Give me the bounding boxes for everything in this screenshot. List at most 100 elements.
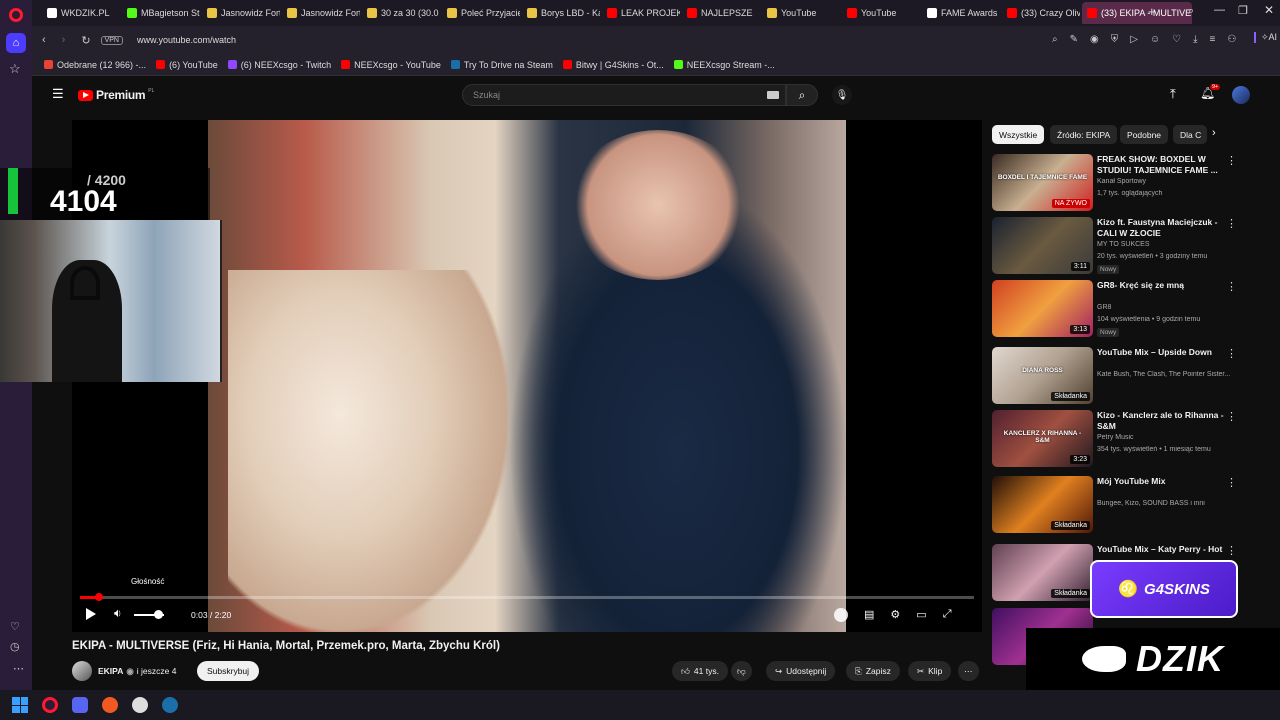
more-options-icon[interactable]: ⋮ [1226,544,1237,557]
autoplay-toggle-icon[interactable] [834,608,848,622]
more-options-icon[interactable]: ⋮ [1226,476,1237,489]
bookmark-2[interactable]: (6) NEEXcsgo - Twitch [227,60,331,70]
tab-1[interactable]: MBagietson St [122,2,200,24]
bookmark-0[interactable]: Odebrane (12 966) -... [44,60,146,70]
volume-knob[interactable] [154,610,163,619]
search-tabs-icon[interactable]: ⌕ [1188,5,1194,18]
settings-app-icon[interactable] [132,697,148,713]
tab-11[interactable]: FAME Awards [922,2,1000,24]
video-title[interactable]: Kizo - Kanclerz ale to Rihanna - S&M [1097,410,1225,432]
shield-icon[interactable]: ⛨ [1111,34,1119,45]
heart-icon[interactable]: ♡ [10,620,20,633]
bookmark-1[interactable]: (6) YouTube [156,60,218,70]
like-button[interactable]: 👍︎ 41 tys. [672,661,728,681]
video-title[interactable]: GR8- Kręć się ze mną [1097,280,1225,291]
hamburger-menu-icon[interactable]: ☰ [52,86,64,102]
video-frame[interactable] [208,120,846,632]
tab-3[interactable]: Jasnowidz Fort [282,2,360,24]
avatar[interactable] [1232,86,1250,104]
steam-icon[interactable] [162,697,178,713]
minimize-button[interactable]: — [1214,4,1225,16]
tab-12[interactable]: (33) Crazy Oliv [1002,2,1080,24]
tab-2[interactable]: Jasnowidz Fort [202,2,280,24]
close-window-button[interactable]: ✕ [1264,3,1274,17]
recommendation-item[interactable]: 3:11 Kizo ft. Faustyna Maciejczuk - CALI … [992,217,1242,279]
dislike-button[interactable]: 👎︎ [731,661,752,681]
progress-scrubber[interactable] [94,593,103,601]
video-thumbnail[interactable]: 3:11 [992,217,1093,274]
new-tab-button[interactable]: + [1148,4,1156,19]
profile-icon[interactable]: ⚇ [1227,34,1236,45]
recommendation-item[interactable]: Składanka Mój YouTube Mix Bungee, Kizo, SO… [992,476,1242,538]
clip-button[interactable]: ✂ Klip [908,661,952,681]
discord-icon[interactable] [72,697,88,713]
search-input[interactable]: Szukaj [473,90,500,100]
miniplayer-icon[interactable]: ▭ [916,608,926,622]
tab-7[interactable]: LEAK PROJEKT [602,2,680,24]
tab-9[interactable]: YouTube [762,2,840,24]
video-title[interactable]: Mój YouTube Mix [1097,476,1225,487]
bookmark-6[interactable]: NEEXcsgo Stream -... [673,60,775,70]
recommendation-item[interactable]: KANCLERZ X RIHANNA - S&M 3:23 Kizo - Kancl… [992,410,1242,472]
tab-6[interactable]: Borys LBD - Ka [522,2,600,24]
video-title[interactable]: YouTube Mix – Katy Perry - Hot [1097,544,1225,555]
microphone-icon[interactable]: 🎙 [832,85,852,105]
video-thumbnail[interactable]: Składanka [992,476,1093,533]
play-icon[interactable]: ▷ [1130,34,1138,45]
vpn-badge[interactable]: VPN [100,35,123,45]
video-title[interactable]: YouTube Mix – Upside Down [1097,347,1225,358]
recommendation-item[interactable]: 3:13 GR8- Kręć się ze mną GR8 104 wyświetle… [992,280,1242,342]
tab-10[interactable]: YouTube [842,2,920,24]
maximize-button[interactable]: ❐ [1238,4,1248,17]
youtube-logo[interactable]: Premium PL [78,88,154,102]
share-button[interactable]: ↪ Udostępnij [766,661,836,681]
progress-bar[interactable] [80,596,974,599]
volume-icon[interactable]: 🔉︎ [114,606,122,621]
recommendation-item[interactable]: BOXDEL I TAJEMNICE FAME NA ŻYWO FREAK SHOW… [992,154,1242,216]
play-button[interactable] [86,608,96,620]
forward-icon[interactable]: › [62,34,66,46]
bookmark-4[interactable]: Try To Drive na Steam [450,60,553,70]
keyboard-icon[interactable] [767,91,779,99]
heart-icon[interactable]: ♡ [1172,34,1181,45]
bookmark-5[interactable]: Bitwy | G4Skins - Ot... [562,60,664,70]
recommendation-item[interactable]: DIANA ROSS Składanka YouTube Mix – Upside … [992,347,1242,409]
video-thumbnail[interactable]: 3:13 [992,280,1093,337]
more-icon[interactable]: ⋯ [13,662,24,675]
download-icon[interactable]: ⤓ [1193,34,1197,45]
upload-icon[interactable]: ⤒ [1170,86,1176,102]
opera-icon[interactable] [9,8,23,22]
more-options-icon[interactable]: ⋮ [1226,280,1237,293]
video-thumbnail[interactable]: KANCLERZ X RIHANNA - S&M 3:23 [992,410,1093,467]
fullscreen-icon[interactable]: ⤢ [943,608,952,622]
history-icon[interactable]: ◷ [10,640,20,653]
subtitles-icon[interactable]: ▤ [864,608,874,622]
channel-avatar[interactable] [72,661,92,681]
tab-0[interactable]: WKDZIK.PL [42,2,120,24]
tab-4[interactable]: 30 za 30 (30.0 [362,2,440,24]
search-icon[interactable]: ⌕ [1052,34,1058,45]
tab-5[interactable]: Poleć Przyjaciel [442,2,520,24]
star-icon[interactable]: ☆ [9,61,21,77]
channel-name[interactable]: EKIPA ◉ i jeszcze 4 [98,666,176,677]
more-options-icon[interactable]: ⋮ [1226,410,1237,423]
origin-icon[interactable] [102,697,118,713]
more-options-icon[interactable]: ⋮ [1226,154,1237,167]
video-title[interactable]: FREAK SHOW: BOXDEL W STUDIU! TAJEMNICE F… [1097,154,1225,176]
windows-start-icon[interactable] [12,697,28,713]
tab-13[interactable]: (33) EKIPA - MULTIVERSE [1082,2,1192,24]
bookmark-3[interactable]: NEEXcsgo - YouTube [341,60,441,70]
edit-icon[interactable]: ✎ [1070,34,1078,45]
search-button[interactable]: ⌕ [786,84,818,106]
save-button[interactable]: ⎘ Zapisz [846,661,900,681]
camera-icon[interactable]: ◉ [1090,34,1099,45]
home-icon[interactable]: ⌂ [6,33,26,53]
ai-button[interactable]: ✧AI [1254,32,1277,43]
reload-icon[interactable]: ↻ [81,34,90,47]
video-thumbnail[interactable]: Składanka [992,544,1093,601]
video-thumbnail[interactable]: BOXDEL I TAJEMNICE FAME NA ŻYWO [992,154,1093,211]
url-field[interactable]: www.youtube.com/watch [137,35,236,45]
video-thumbnail[interactable]: DIANA ROSS Składanka [992,347,1093,404]
more-options-icon[interactable]: ⋮ [1226,347,1237,360]
settings-icon[interactable]: ⚙ [890,608,900,622]
